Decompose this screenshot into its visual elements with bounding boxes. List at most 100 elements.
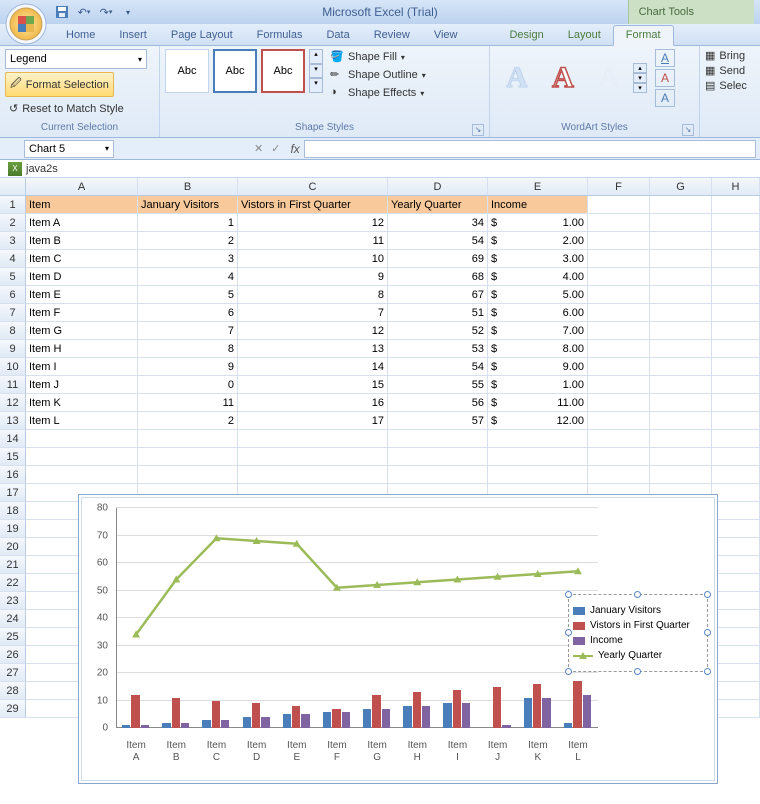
tab-view[interactable]: View bbox=[422, 26, 470, 45]
cell[interactable] bbox=[588, 358, 650, 376]
cell[interactable] bbox=[712, 376, 760, 394]
cell[interactable] bbox=[712, 412, 760, 430]
cell[interactable] bbox=[650, 214, 712, 232]
cell[interactable] bbox=[650, 250, 712, 268]
tab-insert[interactable]: Insert bbox=[107, 26, 159, 45]
cell[interactable] bbox=[588, 322, 650, 340]
cell[interactable]: 54 bbox=[388, 232, 488, 250]
cell[interactable] bbox=[588, 304, 650, 322]
redo-icon[interactable]: ↷▾ bbox=[98, 4, 114, 20]
column-header[interactable]: G bbox=[650, 178, 712, 195]
row-header[interactable]: 11 bbox=[0, 376, 26, 394]
cell[interactable] bbox=[650, 232, 712, 250]
cell[interactable]: $11.00 bbox=[488, 394, 588, 412]
cell[interactable]: 13 bbox=[238, 340, 388, 358]
wordart-swatch[interactable]: A bbox=[587, 49, 631, 107]
text-outline-button[interactable]: A bbox=[655, 69, 675, 87]
qat-dropdown-icon[interactable]: ▾ bbox=[120, 4, 136, 20]
row-header[interactable]: 23 bbox=[0, 592, 26, 610]
cell[interactable] bbox=[712, 556, 760, 574]
chart-plot-area[interactable] bbox=[116, 508, 598, 728]
cell[interactable]: 17 bbox=[238, 412, 388, 430]
cell[interactable] bbox=[712, 340, 760, 358]
cell[interactable]: $1.00 bbox=[488, 376, 588, 394]
cell[interactable] bbox=[588, 430, 650, 448]
cell[interactable]: Item C bbox=[26, 250, 138, 268]
row-header[interactable]: 2 bbox=[0, 214, 26, 232]
cell[interactable] bbox=[712, 394, 760, 412]
row-header[interactable]: 19 bbox=[0, 520, 26, 538]
cell[interactable] bbox=[712, 646, 760, 664]
cell[interactable]: 1 bbox=[138, 214, 238, 232]
cell[interactable]: 53 bbox=[388, 340, 488, 358]
cell[interactable] bbox=[650, 412, 712, 430]
cell[interactable] bbox=[138, 466, 238, 484]
cell[interactable] bbox=[650, 340, 712, 358]
cell[interactable] bbox=[712, 304, 760, 322]
row-header[interactable]: 14 bbox=[0, 430, 26, 448]
cell[interactable] bbox=[26, 448, 138, 466]
cell[interactable] bbox=[712, 520, 760, 538]
formula-input[interactable] bbox=[304, 140, 756, 158]
wordart-swatch[interactable]: A bbox=[541, 49, 585, 107]
cell[interactable]: Item G bbox=[26, 322, 138, 340]
legend-entry[interactable]: Vistors in First Quarter bbox=[573, 620, 703, 631]
cell[interactable]: Item L bbox=[26, 412, 138, 430]
header-cell[interactable]: Vistors in First Quarter bbox=[238, 196, 388, 214]
row-header[interactable]: 17 bbox=[0, 484, 26, 502]
row-header[interactable]: 21 bbox=[0, 556, 26, 574]
tab-data[interactable]: Data bbox=[314, 26, 361, 45]
cell[interactable]: 8 bbox=[238, 286, 388, 304]
column-header[interactable]: H bbox=[712, 178, 760, 195]
dialog-launcher-icon[interactable]: ↘ bbox=[472, 124, 484, 136]
cell[interactable] bbox=[712, 664, 760, 682]
row-header[interactable]: 10 bbox=[0, 358, 26, 376]
row-header[interactable]: 15 bbox=[0, 448, 26, 466]
cell[interactable]: 9 bbox=[138, 358, 238, 376]
cell[interactable] bbox=[588, 376, 650, 394]
row-header[interactable]: 13 bbox=[0, 412, 26, 430]
column-header[interactable]: B bbox=[138, 178, 238, 195]
text-fill-button[interactable]: A bbox=[655, 49, 675, 67]
chart-legend[interactable]: January Visitors Vistors in First Quarter… bbox=[568, 594, 708, 672]
dialog-launcher-icon[interactable]: ↘ bbox=[682, 124, 694, 136]
row-header[interactable]: 12 bbox=[0, 394, 26, 412]
legend-entry[interactable]: January Visitors bbox=[573, 605, 703, 616]
office-button[interactable] bbox=[4, 2, 48, 46]
tab-formulas[interactable]: Formulas bbox=[245, 26, 315, 45]
cell[interactable] bbox=[712, 574, 760, 592]
row-header[interactable]: 29 bbox=[0, 700, 26, 718]
format-selection-button[interactable]: 🖉Format Selection bbox=[5, 72, 114, 97]
cell[interactable] bbox=[388, 448, 488, 466]
cell[interactable] bbox=[588, 394, 650, 412]
cell[interactable]: $3.00 bbox=[488, 250, 588, 268]
cell[interactable]: Item B bbox=[26, 232, 138, 250]
cell[interactable] bbox=[650, 448, 712, 466]
cell[interactable]: 7 bbox=[138, 322, 238, 340]
cell[interactable] bbox=[712, 322, 760, 340]
cell[interactable] bbox=[712, 430, 760, 448]
cell[interactable] bbox=[588, 466, 650, 484]
reset-match-style-button[interactable]: ↺Reset to Match Style bbox=[5, 100, 128, 117]
shape-style-swatch[interactable]: Abc bbox=[165, 49, 209, 93]
cell[interactable]: Item D bbox=[26, 268, 138, 286]
column-header[interactable]: E bbox=[488, 178, 588, 195]
row-header[interactable]: 20 bbox=[0, 538, 26, 556]
cell[interactable]: $4.00 bbox=[488, 268, 588, 286]
cell[interactable] bbox=[26, 430, 138, 448]
legend-entry[interactable]: Income bbox=[573, 635, 703, 646]
cell[interactable]: 3 bbox=[138, 250, 238, 268]
text-effects-button[interactable]: A bbox=[655, 89, 675, 107]
cell[interactable] bbox=[650, 430, 712, 448]
cell[interactable]: 14 bbox=[238, 358, 388, 376]
cell[interactable] bbox=[712, 700, 760, 718]
cell[interactable]: $2.00 bbox=[488, 232, 588, 250]
cell[interactable] bbox=[712, 232, 760, 250]
cell[interactable] bbox=[138, 430, 238, 448]
cell[interactable]: 12 bbox=[238, 214, 388, 232]
cell[interactable] bbox=[488, 430, 588, 448]
cell[interactable] bbox=[388, 430, 488, 448]
cell[interactable]: 15 bbox=[238, 376, 388, 394]
cell[interactable]: $1.00 bbox=[488, 214, 588, 232]
row-header[interactable]: 6 bbox=[0, 286, 26, 304]
